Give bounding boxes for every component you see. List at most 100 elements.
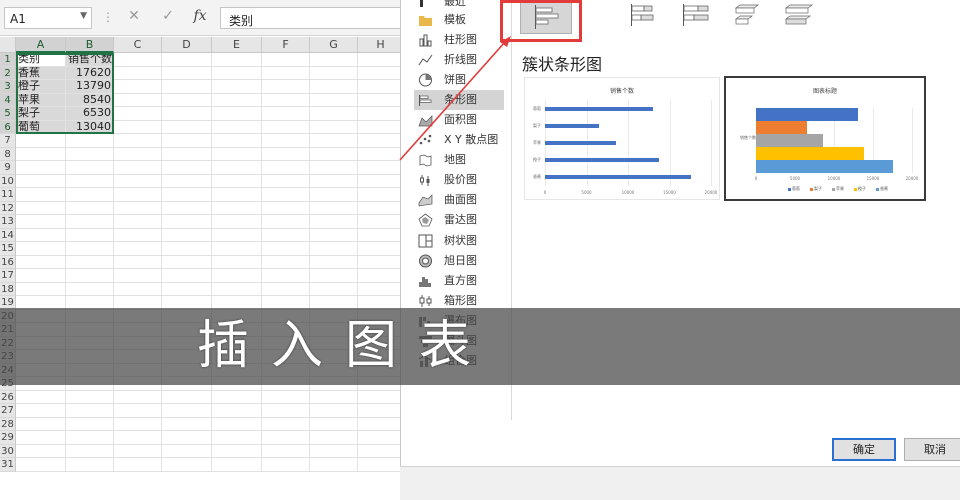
- cell[interactable]: [66, 255, 114, 269]
- cell[interactable]: [262, 390, 310, 404]
- cell[interactable]: [262, 404, 310, 418]
- insert-function-button[interactable]: fx: [190, 8, 210, 28]
- cell[interactable]: [66, 161, 114, 175]
- cell[interactable]: 香蕉: [16, 66, 66, 80]
- cell[interactable]: [358, 242, 404, 256]
- row-header-16[interactable]: 16: [0, 255, 16, 269]
- cell[interactable]: 橙子: [16, 80, 66, 94]
- cell[interactable]: [212, 66, 262, 80]
- cell[interactable]: [262, 458, 310, 472]
- cell[interactable]: [310, 215, 358, 229]
- cell[interactable]: [16, 255, 66, 269]
- cell[interactable]: [162, 390, 212, 404]
- cell[interactable]: [114, 444, 162, 458]
- cell[interactable]: [16, 228, 66, 242]
- row-header-5[interactable]: 5: [0, 107, 16, 121]
- select-all-corner[interactable]: [0, 37, 16, 53]
- cell[interactable]: [114, 161, 162, 175]
- cell[interactable]: [114, 66, 162, 80]
- row-header-13[interactable]: 13: [0, 215, 16, 229]
- cancel-formula-button[interactable]: ✕: [124, 8, 144, 28]
- cancel-button[interactable]: 取消: [904, 438, 960, 461]
- cell[interactable]: [310, 431, 358, 445]
- cell[interactable]: [162, 174, 212, 188]
- cell[interactable]: [114, 390, 162, 404]
- cell[interactable]: [66, 174, 114, 188]
- cell[interactable]: [212, 390, 262, 404]
- cell[interactable]: [262, 174, 310, 188]
- cell[interactable]: [212, 282, 262, 296]
- row-header-10[interactable]: 10: [0, 174, 16, 188]
- cell[interactable]: [310, 66, 358, 80]
- column-header-f[interactable]: F: [262, 37, 310, 53]
- cell[interactable]: [358, 404, 404, 418]
- cell[interactable]: [114, 80, 162, 94]
- cell[interactable]: [212, 201, 262, 215]
- cell[interactable]: [162, 444, 212, 458]
- cell[interactable]: [114, 147, 162, 161]
- cell[interactable]: [262, 107, 310, 121]
- column-header-g[interactable]: G: [310, 37, 358, 53]
- cell[interactable]: [114, 282, 162, 296]
- cell[interactable]: [114, 134, 162, 148]
- cell[interactable]: [212, 147, 262, 161]
- cell[interactable]: [16, 431, 66, 445]
- cell[interactable]: [162, 93, 212, 107]
- ok-button[interactable]: 确定: [832, 438, 896, 461]
- row-header-6[interactable]: 6: [0, 120, 16, 134]
- cell[interactable]: [358, 282, 404, 296]
- row-header-27[interactable]: 27: [0, 404, 16, 418]
- row-header-29[interactable]: 29: [0, 431, 16, 445]
- cell[interactable]: [162, 255, 212, 269]
- cell[interactable]: [162, 215, 212, 229]
- cell[interactable]: [162, 282, 212, 296]
- cell[interactable]: [162, 120, 212, 134]
- cell[interactable]: [16, 269, 66, 283]
- cell[interactable]: [66, 215, 114, 229]
- cell[interactable]: [262, 147, 310, 161]
- cell[interactable]: [310, 458, 358, 472]
- cell[interactable]: 17620: [66, 66, 114, 80]
- cell[interactable]: 葡萄: [16, 120, 66, 134]
- cell[interactable]: [16, 161, 66, 175]
- cell[interactable]: [262, 66, 310, 80]
- cell[interactable]: [114, 215, 162, 229]
- cell[interactable]: [16, 242, 66, 256]
- cell[interactable]: [262, 282, 310, 296]
- cell[interactable]: [66, 269, 114, 283]
- cell[interactable]: [16, 417, 66, 431]
- cell[interactable]: 6530: [66, 107, 114, 121]
- cell[interactable]: [162, 431, 212, 445]
- row-header-28[interactable]: 28: [0, 417, 16, 431]
- cell[interactable]: [114, 120, 162, 134]
- cell[interactable]: [310, 80, 358, 94]
- cell[interactable]: 类别: [16, 53, 66, 67]
- cell[interactable]: [358, 107, 404, 121]
- cell[interactable]: [114, 174, 162, 188]
- cell[interactable]: [262, 269, 310, 283]
- cell[interactable]: [114, 431, 162, 445]
- row-header-11[interactable]: 11: [0, 188, 16, 202]
- cell[interactable]: [262, 255, 310, 269]
- column-header-e[interactable]: E: [212, 37, 262, 53]
- row-header-15[interactable]: 15: [0, 242, 16, 256]
- cell[interactable]: [66, 444, 114, 458]
- chart-preview-1[interactable]: 销售个数 0 5000 10000 15000 20000 香蕉 橙子 苹果 梨子 葡萄: [524, 77, 720, 200]
- cell[interactable]: [358, 215, 404, 229]
- cell[interactable]: [66, 147, 114, 161]
- cell[interactable]: [114, 93, 162, 107]
- cell[interactable]: [16, 444, 66, 458]
- cell[interactable]: [310, 404, 358, 418]
- cell[interactable]: [162, 134, 212, 148]
- cell[interactable]: [310, 134, 358, 148]
- row-header-14[interactable]: 14: [0, 228, 16, 242]
- cell[interactable]: [162, 458, 212, 472]
- cell[interactable]: [310, 417, 358, 431]
- cell[interactable]: [262, 444, 310, 458]
- cell[interactable]: [114, 269, 162, 283]
- cell[interactable]: [358, 255, 404, 269]
- cell[interactable]: [16, 282, 66, 296]
- cell[interactable]: [114, 228, 162, 242]
- cell[interactable]: [66, 188, 114, 202]
- cell[interactable]: [212, 174, 262, 188]
